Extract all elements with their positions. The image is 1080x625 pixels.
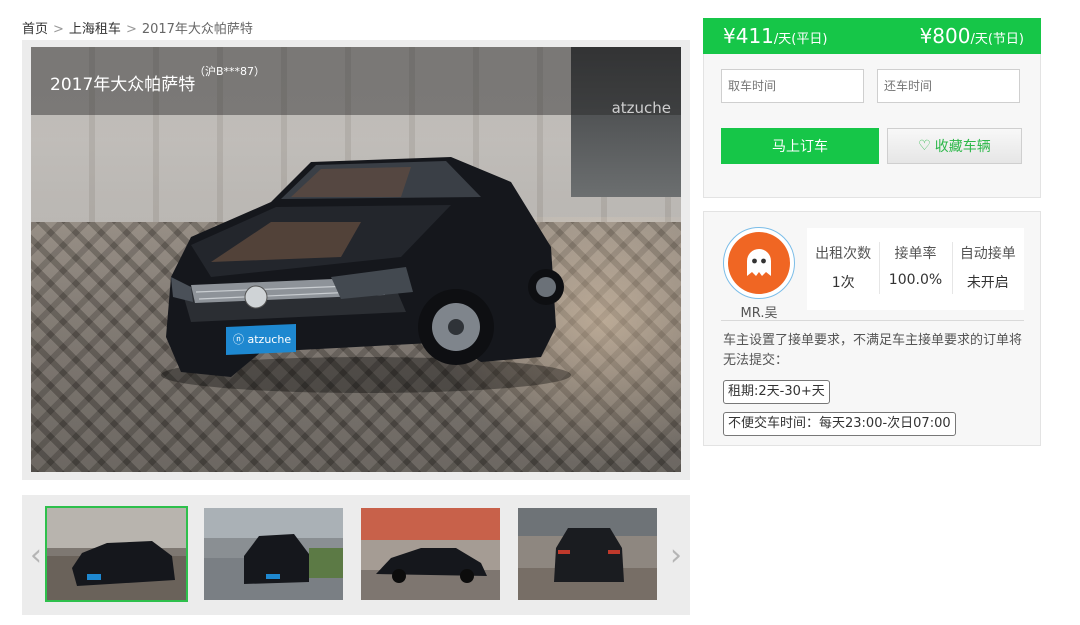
weekday-price: ¥411/天(平日) <box>723 24 827 48</box>
breadcrumb-home[interactable]: 首页 <box>22 22 48 37</box>
stat-value: 未开启 <box>966 275 1009 291</box>
breadcrumb: 首页 > 上海租车 >2017年大众帕萨特 <box>22 18 253 37</box>
pickup-time-input[interactable] <box>721 69 864 103</box>
watermark-logo: atzuche <box>611 99 671 117</box>
holiday-price-unit: /天(节日) <box>970 32 1024 47</box>
svg-text:ⓝ atzuche: ⓝ atzuche <box>233 333 291 346</box>
breadcrumb-separator: > <box>53 22 64 37</box>
avatar[interactable] <box>723 227 795 299</box>
holiday-price-amount: ¥800 <box>919 24 971 48</box>
owner-avatar-icon <box>728 232 790 294</box>
price-bar: ¥411/天(平日) ¥800/天(节日) <box>703 18 1041 54</box>
thumbnail-strip: ‹ › <box>22 495 690 615</box>
favorite-car-label: 收藏车辆 <box>934 139 991 155</box>
favorite-car-button[interactable]: ♡ 收藏车辆 <box>887 128 1022 164</box>
ghost-icon <box>747 249 771 276</box>
thumbnail-image <box>518 508 657 600</box>
prev-arrow-icon[interactable]: ‹ <box>26 535 46 575</box>
stat-label: 出租次数 <box>815 246 872 262</box>
thumbnail-rear-view[interactable] <box>518 508 657 600</box>
divider <box>721 320 1024 321</box>
breadcrumb-separator: > <box>125 22 137 37</box>
owner-stats: 出租次数 1次 接单率 100.0% 自动接单 未开启 <box>807 228 1024 310</box>
main-photo-frame: ⓝ atzuche 2017年大众帕萨特 （沪B***87） atzuche <box>22 40 690 480</box>
thumbnail-front-view[interactable] <box>45 506 188 602</box>
stat-accept-rate: 接单率 100.0% <box>879 228 951 310</box>
booking-panel: 马上订车 ♡收藏车辆 <box>703 54 1041 198</box>
stat-label: 自动接单 <box>959 246 1016 262</box>
car-illustration: ⓝ atzuche <box>161 157 571 393</box>
stat-label: 接单率 <box>894 246 937 262</box>
next-arrow-icon[interactable]: › <box>666 535 686 575</box>
weekday-price-unit: /天(平日) <box>773 32 828 47</box>
stat-auto-accept: 自动接单 未开启 <box>951 228 1024 310</box>
thumbnail-side-view[interactable] <box>361 508 500 600</box>
owner-name: MR.吴 <box>740 306 778 321</box>
plate-number: （沪B***87） <box>194 65 266 78</box>
stat-value: 1次 <box>831 275 855 291</box>
requirement-tag-handover-time: 不便交车时间：每天23:00-次日07:00 <box>723 412 956 436</box>
owner-card: MR.吴 出租次数 1次 接单率 100.0% 自动接单 未开启 车主设置了接单… <box>703 211 1041 446</box>
return-time-input[interactable] <box>877 69 1020 103</box>
thumbnail-image <box>47 508 186 600</box>
thumbnail-image <box>361 508 500 600</box>
car-photo[interactable]: ⓝ atzuche 2017年大众帕萨特 （沪B***87） atzuche <box>31 47 681 472</box>
owner-requirements-notice: 车主设置了接单要求，不满足车主接单要求的订单将无法提交： <box>723 333 1023 368</box>
weekday-price-amount: ¥411 <box>723 24 774 48</box>
holiday-price: ¥800/天(节日) <box>920 24 1024 48</box>
heart-icon: ♡ <box>918 138 931 154</box>
breadcrumb-city[interactable]: 上海租车 <box>69 22 121 37</box>
thumbnail-front-street[interactable] <box>204 508 343 600</box>
stat-rental-count: 出租次数 1次 <box>807 228 879 310</box>
thumbnail-image <box>204 508 343 600</box>
book-now-button[interactable]: 马上订车 <box>721 128 879 164</box>
stat-value: 100.0% <box>888 272 943 288</box>
requirement-tag-rental-period: 租期:2天-30+天 <box>723 380 830 404</box>
car-title: 2017年大众帕萨特 <box>50 75 196 95</box>
breadcrumb-current: 2017年大众帕萨特 <box>141 22 253 37</box>
